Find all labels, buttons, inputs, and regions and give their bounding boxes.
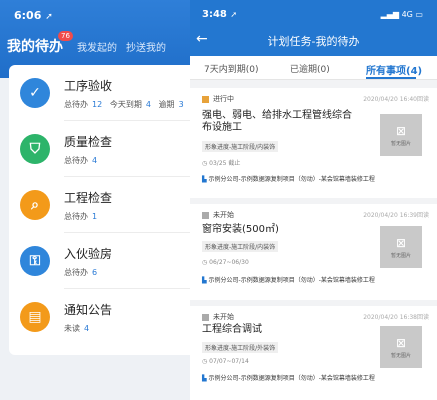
notice-icon: ▤ — [20, 302, 50, 332]
status-square-icon — [202, 211, 209, 219]
status-bar-icons: ▂▄▆ 4G ▭ — [380, 10, 423, 19]
list-item-process-acceptance[interactable]: ✓ 工序验收 总待办 12 今天到期 4 逾期 3 — [9, 65, 190, 121]
task-card[interactable]: 未开始 2020/04/20 16:38回读 工程综合调试 形象进度-施工阶段/… — [190, 306, 437, 400]
task-title: 强电、弱电、给排水工程管线综合布设施工 — [202, 110, 352, 133]
list-item-counts: 总待办 12 今天到期 4 逾期 3 — [64, 100, 184, 109]
shield-icon: ⛉ — [20, 134, 50, 164]
active-tab-indicator — [366, 77, 416, 79]
todo-overview-panel: 6:06 ➚ 我的待办 76 我发起的 抄送我的 ✓ 工序验收 总待办 12 今天… — [0, 0, 190, 400]
task-org: ▙ 示例分公司-示例数据源复制项目（勿动）-某会馆幕墙装修工程 — [202, 176, 375, 183]
no-image-icon: ⊠ — [395, 335, 407, 350]
task-title: 窗帘安装(500㎡) — [202, 224, 279, 235]
task-status: 未开始 — [202, 210, 234, 220]
building-icon: ▙ — [202, 176, 207, 183]
todo-category-list: ✓ 工序验收 总待办 12 今天到期 4 逾期 3 ⛉ 质量检查 总待办 4 ⌕ 工程检… — [9, 65, 190, 355]
list-item-quality-inspection[interactable]: ⛉ 质量检查 总待办 4 — [9, 121, 190, 177]
list-item-title: 通知公告 — [64, 303, 113, 317]
task-image-placeholder: ⊠ 暂无图片 — [380, 114, 422, 156]
right-header: 3:48 ➚ ▂▄▆ 4G ▭ ← 计划任务-我的待办 — [190, 0, 437, 56]
list-item-title: 工程检查 — [64, 191, 113, 205]
task-title: 工程综合调试 — [202, 324, 262, 335]
task-read-time: 2020/04/20 16:39回读 — [363, 212, 429, 219]
status-bar-time: 3:48 ➚ — [202, 9, 238, 20]
tab-my-todo[interactable]: 我的待办 — [7, 36, 63, 56]
task-image-placeholder: ⊠ 暂无图片 — [380, 226, 422, 268]
clock-icon: ◷ — [202, 358, 208, 365]
list-item-title: 质量检查 — [64, 135, 113, 149]
list-item-notices[interactable]: ▤ 通知公告 未读 4 — [9, 289, 190, 345]
task-card[interactable]: 未开始 2020/04/20 16:39回读 窗帘安装(500㎡) 形象进度-施… — [190, 204, 437, 300]
task-date-range: ◷ 06/27~06/30 — [202, 259, 249, 266]
list-item-counts: 总待办 1 — [64, 212, 98, 221]
task-org: ▙ 示例分公司-示例数据源复制项目（勿动）-某会馆幕墙装修工程 — [202, 277, 375, 284]
status-square-icon — [202, 95, 209, 103]
list-item-title: 入伙验房 — [64, 247, 113, 261]
task-filter-tabs: 7天内到期(0) 已逾期(0) 所有事项(4) — [190, 56, 437, 80]
task-tag: 形象进度-施工阶段/内装饰 — [202, 241, 279, 252]
task-date-range: ◷ 07/07~07/14 — [202, 358, 249, 365]
list-item-counts: 总待办 4 — [64, 156, 98, 165]
status-square-icon — [202, 313, 209, 321]
task-tag: 形象进度-施工阶段/内装饰 — [202, 141, 279, 152]
task-read-time: 2020/04/20 16:40回读 — [363, 96, 429, 103]
clock-icon: ◷ — [202, 160, 208, 167]
plan-task-panel: 3:48 ➚ ▂▄▆ 4G ▭ ← 计划任务-我的待办 7天内到期(0) 已逾期… — [190, 0, 437, 400]
list-item-title: 工序验收 — [64, 79, 113, 93]
building-icon: ▙ — [202, 375, 207, 382]
list-item-engineering-inspection[interactable]: ⌕ 工程检查 总待办 1 — [9, 177, 190, 233]
tab-overdue[interactable]: 已逾期(0) — [290, 62, 330, 75]
task-org: ▙ 示例分公司-示例数据源复制项目（勿动）-某会馆幕墙装修工程 — [202, 375, 375, 382]
task-card[interactable]: 进行中 2020/04/20 16:40回读 强电、弱电、给排水工程管线综合布设… — [190, 88, 437, 198]
location-arrow-icon: ➚ — [230, 10, 238, 19]
list-item-counts: 未读 4 — [64, 324, 90, 333]
clock-icon: ◷ — [202, 259, 208, 266]
task-read-time: 2020/04/20 16:38回读 — [363, 314, 429, 321]
search-icon: ⌕ — [20, 190, 50, 220]
task-status: 未开始 — [202, 312, 234, 322]
list-item-move-in-inspection[interactable]: ⚿ 入伙验房 总待办 6 — [9, 233, 190, 289]
page-title: 计划任务-我的待办 — [267, 35, 360, 48]
tab-initiated-by-me[interactable]: 我发起的 — [77, 39, 117, 54]
tab-cc-to-me[interactable]: 抄送我的 — [126, 39, 166, 54]
task-image-placeholder: ⊠ 暂无图片 — [380, 326, 422, 368]
task-tag: 形象进度-施工阶段/外装饰 — [202, 342, 279, 353]
key-icon: ⚿ — [20, 246, 50, 276]
list-item-counts: 总待办 6 — [64, 268, 98, 277]
tab-due-in-7-days[interactable]: 7天内到期(0) — [204, 62, 258, 75]
no-image-icon: ⊠ — [395, 123, 407, 138]
check-icon: ✓ — [20, 78, 50, 108]
task-date-range: ◷ 03/25 截止 — [202, 160, 241, 167]
location-arrow-icon: ➚ — [45, 12, 53, 22]
task-status: 进行中 — [202, 94, 234, 104]
building-icon: ▙ — [202, 277, 207, 284]
status-bar-time: 6:06 ➚ — [14, 9, 53, 22]
no-image-icon: ⊠ — [395, 235, 407, 250]
todo-count-badge: 76 — [58, 31, 73, 41]
tab-all-items[interactable]: 所有事项(4) — [366, 62, 422, 77]
